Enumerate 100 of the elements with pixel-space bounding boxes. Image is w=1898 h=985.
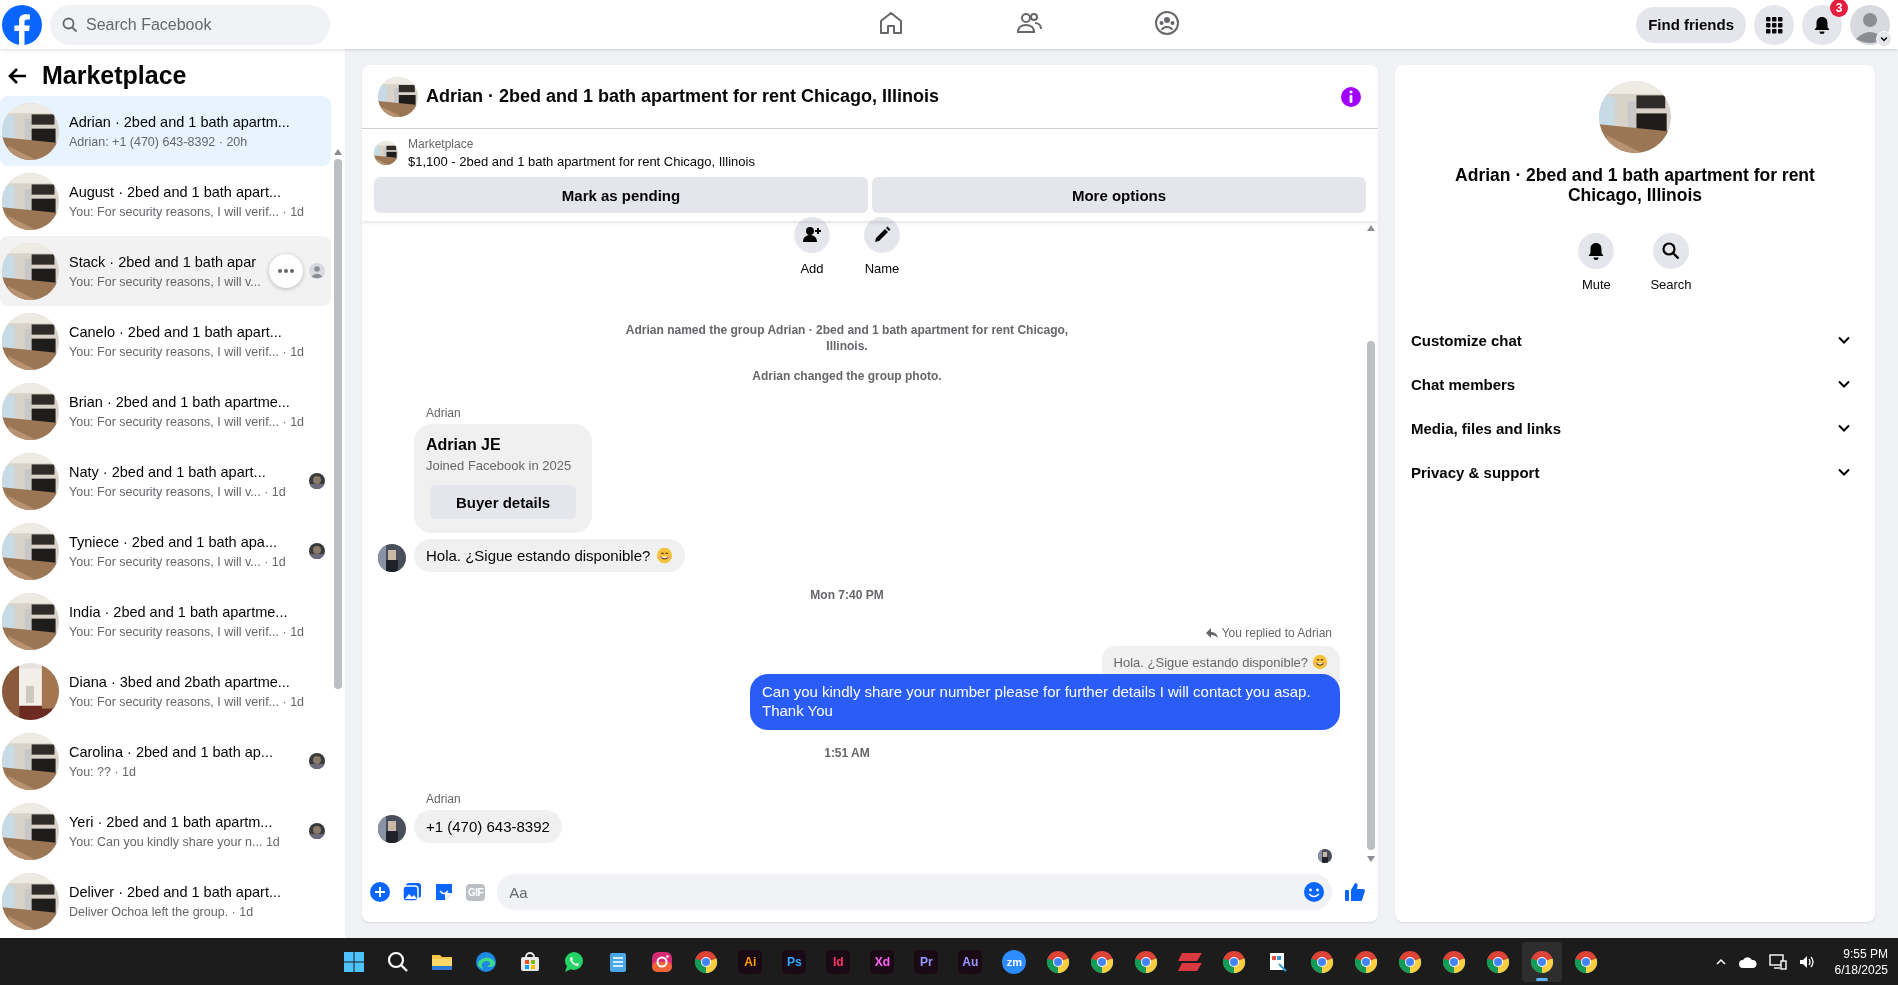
system-message: Adrian named the group Adrian · 2bed and 1 bath apartment for rent Chicago, Illinois.	[624, 322, 1070, 354]
conversation-title: Naty · 2bed and 1 bath apart...	[69, 462, 266, 481]
conversation-name: Adrian · 2bed and 1 bath apartment for rent Chicago, Illinois	[1454, 165, 1816, 205]
listing-label: Marketplace	[408, 137, 475, 151]
listing-action-button[interactable]: More options	[872, 177, 1366, 213]
chrome-browser-icon	[1046, 949, 1071, 974]
chrome-browser-icon	[1310, 949, 1335, 974]
buyer-details-button[interactable]: Buyer details	[430, 485, 577, 519]
conversation-item[interactable]: Naty · 2bed and 1 bath apart... You: For security reasons, I will v... · 1d	[0, 446, 331, 516]
chrome-browser-icon	[1486, 949, 1511, 974]
page-title: Marketplace	[42, 61, 187, 90]
section-label: Chat members	[1411, 375, 1516, 393]
read-receipt-avatar	[1318, 849, 1332, 863]
find-friends-button[interactable]: Find friends	[1636, 6, 1746, 43]
thumbs-up-icon[interactable]	[1344, 881, 1366, 903]
chrome-browser-icon	[1530, 949, 1555, 974]
taskbar-app[interactable]: Pr	[906, 941, 947, 982]
notifications-button[interactable]	[1802, 4, 1842, 45]
conversation-item[interactable]: August · 2bed and 1 bath apart... You: For security reasons, I will verif... · 1d	[0, 166, 331, 236]
sent-message-bubble: Can you kindly share your number please for further details I will contact you asap. Thank You	[750, 674, 1340, 730]
taskbar-app[interactable]	[1522, 941, 1563, 982]
message-input-field[interactable]: Aa	[497, 874, 1332, 910]
conversation-item[interactable]: Deliver · 2bed and 1 bath apart... Deliver Ochoa left the group. · 1d	[0, 866, 331, 936]
conversation-preview: You: For security reasons, I will v...	[69, 273, 261, 290]
taskbar-app[interactable]: Au	[950, 941, 991, 982]
section-label: Media, files and links	[1411, 419, 1562, 437]
conversation-title: Canelo · 2bed and 1 bath apart...	[69, 322, 282, 341]
conversation-title: Diana · 3bed and 2bath apartme...	[69, 672, 290, 691]
system-message: Adrian changed the group photo.	[751, 368, 943, 384]
conversation-preview: You: Can you kindly share your n... 1d	[69, 833, 280, 850]
settings-section[interactable]: Chat members	[1403, 362, 1867, 406]
settings-section[interactable]: Privacy & support	[1403, 450, 1867, 494]
conversation-preview: Adrian: +1 (470) 643-8392 · 20h	[69, 133, 248, 150]
chrome-browser-icon	[1442, 949, 1467, 974]
sticker-icon[interactable]	[434, 882, 454, 902]
taskbar-app[interactable]: Ps	[774, 941, 815, 982]
chat-title: Adrian · 2bed and 1 bath apartment for rent Chicago, Illinois	[426, 86, 941, 107]
conversation-item[interactable]: Carolina · 2bed and 1 bath ap... You: ?? · 1d	[0, 726, 331, 796]
scroll-up-icon	[1367, 225, 1375, 231]
profile-avatar	[1850, 4, 1890, 45]
plus-icon[interactable]	[370, 882, 390, 902]
volume-icon[interactable]	[1798, 954, 1815, 969]
chrome-browser-icon	[1398, 949, 1423, 974]
seen-avatar	[309, 263, 325, 279]
info-icon[interactable]	[1340, 85, 1362, 108]
conversation-item[interactable]: Diana · 3bed and 2bath apartme... You: For security reasons, I will verif... · 1d	[0, 656, 331, 726]
timestamp: 1:51 AM	[823, 746, 871, 760]
menu-button[interactable]	[1754, 4, 1794, 45]
conversation-item[interactable]: Canelo · 2bed and 1 bath apart... You: For security reasons, I will verif... · 1d	[0, 306, 331, 376]
conversation-item[interactable]: Tyniece · 2bed and 1 bath apa... You: For security reasons, I will v... · 1d	[0, 516, 331, 586]
bell-icon	[1812, 14, 1832, 35]
network-icon[interactable]	[1768, 953, 1787, 970]
sender-name: Adrian	[426, 406, 462, 420]
conversation-title: Tyniece · 2bed and 1 bath apa...	[69, 532, 277, 551]
conversation-preview: You: For security reasons, I will verif... · 1d	[69, 693, 305, 710]
sender-avatar	[378, 544, 406, 572]
chevron-down-icon	[1880, 34, 1888, 43]
more-dots-icon	[278, 269, 294, 273]
conversation-item[interactable]: Brian · 2bed and 1 bath apartme... You: For security reasons, I will verif... · 1d	[0, 376, 331, 446]
image-icon[interactable]	[402, 882, 422, 902]
grid-menu-icon	[1764, 14, 1784, 35]
search-icon	[1661, 241, 1681, 261]
pencil-icon	[872, 225, 892, 245]
notification-badge: 3	[1830, 0, 1848, 17]
section-label: Customize chat	[1411, 331, 1522, 349]
chrome-browser-icon	[1134, 949, 1159, 974]
scrollbar-thumb[interactable]	[334, 159, 342, 689]
cloud-icon[interactable]	[1738, 955, 1757, 968]
scrollbar-thumb[interactable]	[1367, 341, 1375, 850]
conversation-preview: You: For security reasons, I will v... · 1d	[69, 483, 286, 500]
chrome-browser-icon	[694, 949, 719, 974]
add-person-icon	[802, 225, 822, 245]
clock-time[interactable]: 9:55 PM	[1834, 945, 1888, 962]
conversation-preview: You: For security reasons, I will verif... · 1d	[69, 413, 305, 430]
conversation-title: India · 2bed and 1 bath apartme...	[69, 602, 288, 621]
chrome-browser-icon	[1222, 949, 1247, 974]
conversation-item[interactable]: Stack · 2bed and 1 bath apar You: For security reasons, I will v...	[0, 236, 331, 306]
emoji-icon[interactable]	[1303, 881, 1325, 903]
settings-section[interactable]: Media, files and links	[1403, 406, 1867, 450]
reply-arrow-icon	[1205, 627, 1218, 639]
more-options-button[interactable]	[269, 254, 303, 288]
conversation-item[interactable]: Adrian · 2bed and 1 bath apartm... Adrian: +1 (470) 643-8392 · 20h	[0, 96, 331, 166]
chrome-browser-icon	[1354, 949, 1379, 974]
conversation-preview: You: For security reasons, I will verif... · 1d	[69, 203, 305, 220]
conversation-item[interactable]: Yeri · 2bed and 1 bath apartm... You: Can you kindly share your n... 1d	[0, 796, 331, 866]
timestamp: Mon 7:40 PM	[809, 588, 885, 602]
conversation-preview: You: ?? · 1d	[69, 763, 136, 780]
conversation-item[interactable]: India · 2bed and 1 bath apartme... You: For security reasons, I will verif... · 1d	[0, 586, 331, 656]
profile-name: Adrian JE	[426, 436, 502, 454]
settings-section[interactable]: Customize chat	[1403, 318, 1867, 362]
back-arrow-icon[interactable]	[8, 65, 28, 86]
clock-date[interactable]: 6/18/2025	[1834, 961, 1888, 978]
taskbar-app[interactable]: Ai	[730, 941, 771, 982]
taskbar-app[interactable]: Id	[818, 941, 859, 982]
search-field[interactable]: Search Facebook	[50, 4, 330, 45]
conversation-preview: You: For security reasons, I will verif... · 1d	[69, 623, 305, 640]
listing-action-button[interactable]: Mark as pending	[374, 177, 868, 213]
edge-browser-icon	[474, 949, 499, 974]
taskbar-app[interactable]: Xd	[862, 941, 903, 982]
search-icon	[62, 16, 78, 33]
